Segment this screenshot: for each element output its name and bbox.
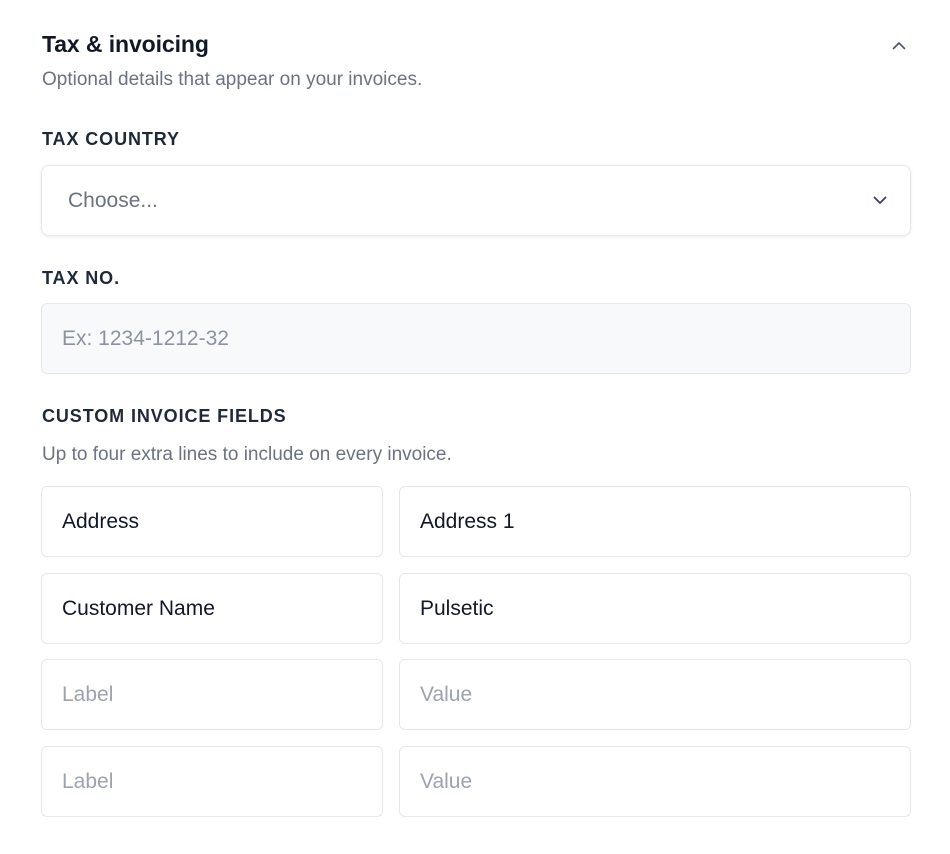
custom-invoice-fields-label: CUSTOM INVOICE FIELDS [42, 406, 287, 426]
section-subtitle: Optional details that appear on your inv… [42, 69, 423, 90]
custom-field-4-label-input[interactable] [41, 746, 383, 817]
collapse-button[interactable] [887, 34, 911, 58]
custom-field-1-label-input[interactable] [41, 486, 383, 557]
section-header: Tax & invoicing [41, 30, 911, 64]
tax-no-label: TAX NO. [42, 268, 120, 288]
custom-field-3-value-input[interactable] [399, 659, 911, 730]
custom-field-3-label-input[interactable] [41, 659, 383, 730]
section-title: Tax & invoicing [42, 31, 209, 57]
chevron-down-icon [870, 190, 890, 210]
custom-field-1-value-input[interactable] [399, 486, 911, 557]
tax-country-select[interactable]: Choose... [41, 165, 911, 236]
chevron-up-icon [892, 42, 906, 50]
tax-country-label: TAX COUNTRY [42, 129, 180, 149]
custom-invoice-fields-helper: Up to four extra lines to include on eve… [42, 444, 452, 465]
custom-field-2-label-input[interactable] [41, 573, 383, 644]
tax-country-selected-value: Choose... [68, 189, 158, 212]
tax-no-input[interactable] [41, 303, 911, 374]
custom-field-4-value-input[interactable] [399, 746, 911, 817]
custom-field-2-value-input[interactable] [399, 573, 911, 644]
